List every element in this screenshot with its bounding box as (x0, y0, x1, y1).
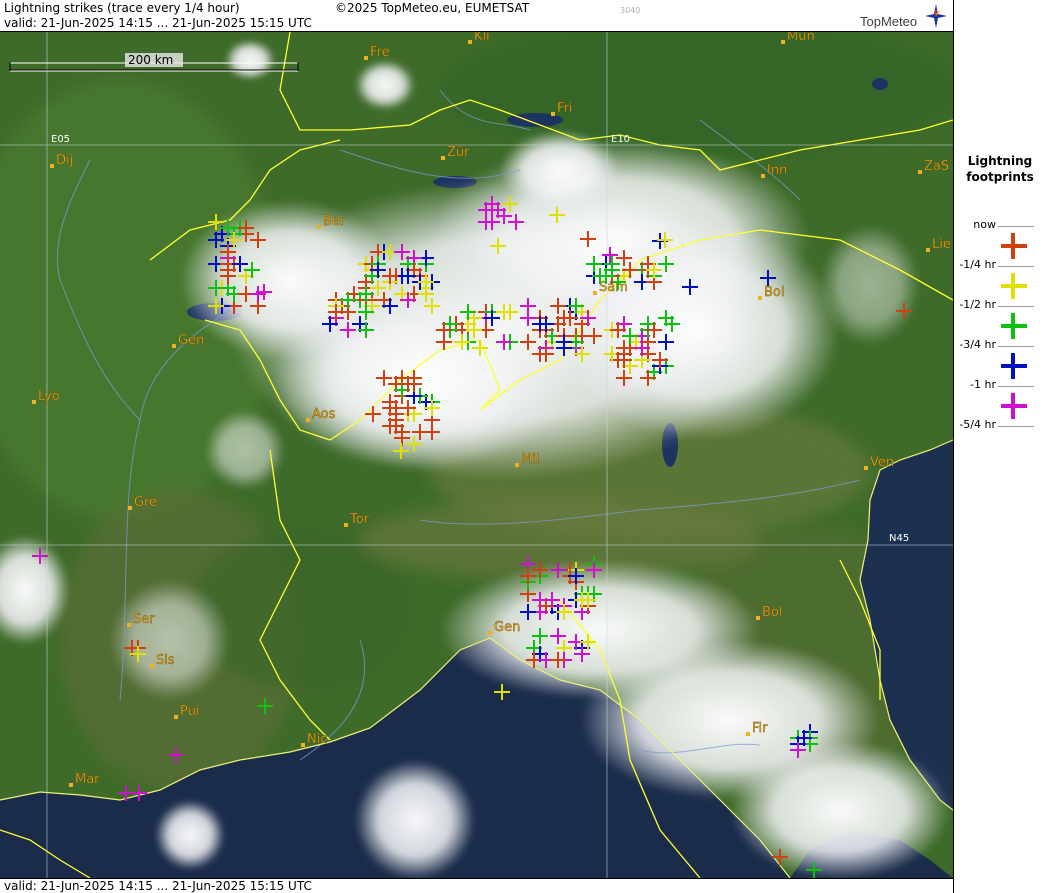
city-label: Fri (557, 101, 573, 116)
brand-logo-text: TopMeteo (860, 14, 918, 29)
city-dot (344, 523, 348, 527)
lightning-legend: Lightning footprints now -1/4 hr -1/2 hr… (953, 0, 1045, 893)
scale-label: 200 km (128, 53, 173, 67)
city-label: ZaS (924, 159, 949, 174)
legend-tick (998, 226, 1034, 227)
city-dot (32, 400, 36, 404)
legend-cross-q4 (1001, 393, 1027, 419)
legend-label-now: now (973, 218, 996, 231)
grid-label-e05: E05 (51, 134, 70, 145)
city-dot (551, 112, 555, 116)
legend-tick (998, 346, 1034, 347)
city-dot (69, 783, 73, 787)
map-footer: valid: 21-Jun-2025 14:15 ... 21-Jun-2025… (0, 878, 953, 893)
city-label: Mar (75, 772, 100, 787)
city-dot (781, 40, 785, 44)
satellite-map[interactable]: E05 E10 N45 200 km Fre Kli Mün Fri Dij Zür Inn… (0, 32, 953, 878)
city-label: Dij (56, 153, 73, 168)
city-label: Mün (787, 32, 815, 44)
city-dot (172, 344, 176, 348)
legend-tick (998, 306, 1034, 307)
grid-label-n45: N45 (889, 533, 909, 544)
legend-label-q4: -1 hr (970, 378, 996, 391)
city-label: Pui (180, 704, 199, 719)
compass-star-icon (925, 4, 947, 28)
legend-label-q3: -3/4 hr (959, 338, 996, 351)
city-label: Aos (312, 407, 336, 422)
city-label: Bol (762, 605, 782, 620)
city-label: Fre (370, 45, 390, 60)
city-label: Inn (767, 163, 787, 178)
legend-tick (998, 266, 1034, 267)
city-dot (50, 164, 54, 168)
legend-tick (998, 426, 1034, 427)
city-dot (761, 174, 765, 178)
legend-cross-q2 (1001, 313, 1027, 339)
map-stamp: 3040 (620, 6, 641, 15)
city-dot (174, 715, 178, 719)
city-label: Fir (752, 721, 768, 736)
city-label: Lyo (38, 389, 60, 404)
city-label: Sis (156, 653, 175, 668)
city-label: Ven (870, 455, 894, 470)
city-label: Nic (307, 732, 327, 747)
city-dot (756, 616, 760, 620)
city-label: Ber (323, 214, 346, 229)
city-dot (515, 463, 519, 467)
legend-label-q2: -1/2 hr (959, 298, 996, 311)
legend-title: Lightning footprints (954, 153, 1045, 185)
city-dot (926, 248, 930, 252)
legend-title-line2: footprints (966, 170, 1034, 184)
city-dot (150, 664, 154, 668)
legend-tick (998, 386, 1034, 387)
city-dot (758, 296, 762, 300)
city-dot (864, 466, 868, 470)
city-dot (301, 743, 305, 747)
legend-label-q5: -5/4 hr (959, 418, 996, 431)
city-label: Tor (349, 512, 370, 527)
city-dot (128, 506, 132, 510)
grid-label-e10: E10 (611, 134, 630, 145)
city-label: Bol (764, 285, 784, 300)
legend-label-q1: -1/4 hr (959, 258, 996, 271)
map-title: Lightning strikes (trace every 1/4 hour) (4, 1, 240, 15)
copyright-text: ©2025 TopMeteo.eu, EUMETSAT (335, 1, 530, 15)
legend-title-line1: Lightning (967, 154, 1033, 168)
city-dot (488, 631, 492, 635)
city-dot (306, 418, 310, 422)
city-label: Lie (932, 237, 951, 252)
city-dot (593, 291, 597, 295)
city-label: Gre (134, 495, 157, 510)
city-label: Gen (494, 620, 520, 635)
city-label: Kli (474, 32, 490, 44)
city-dot (468, 40, 472, 44)
city-dot (746, 732, 750, 736)
legend-cross-now (1001, 233, 1027, 259)
map-header: Lightning strikes (trace every 1/4 hour)… (0, 0, 953, 32)
city-dot (918, 170, 922, 174)
city-dot (441, 156, 445, 160)
legend-cross-q3 (1001, 353, 1027, 379)
city-label: Mil (521, 452, 539, 467)
city-label: Ser (133, 612, 155, 627)
footer-valid-time: valid: 21-Jun-2025 14:15 ... 21-Jun-2025… (4, 879, 312, 893)
city-label: Zür (447, 145, 470, 160)
legend-cross-q1 (1001, 273, 1027, 299)
city-dot (364, 56, 368, 60)
city-dot (317, 225, 321, 229)
valid-time: valid: 21-Jun-2025 14:15 ... 21-Jun-2025… (4, 16, 312, 30)
city-dot (127, 623, 131, 627)
city-label: Gen (178, 333, 204, 348)
